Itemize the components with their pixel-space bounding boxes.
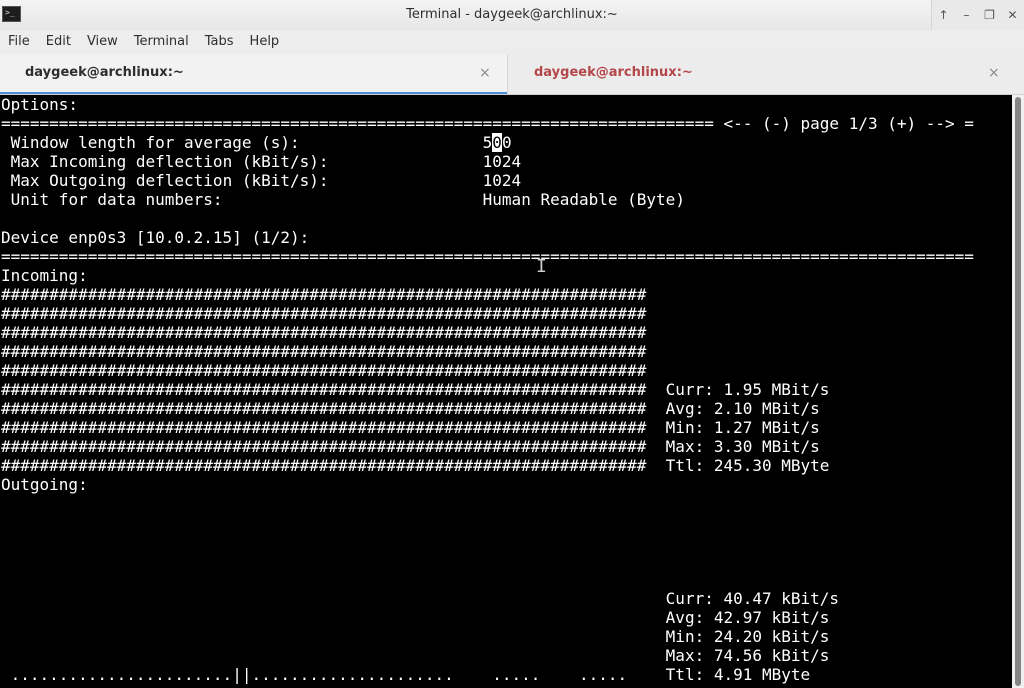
tab-label: daygeek@archlinux:~ <box>25 65 184 80</box>
incoming-bar-row: ########################################… <box>1 437 647 456</box>
menu-terminal[interactable]: Terminal <box>126 30 197 54</box>
terminal-text: Options: ===============================… <box>0 95 1012 684</box>
options-header: Options: <box>1 95 79 114</box>
close-icon[interactable]: ✕ <box>1004 6 1022 24</box>
separator: = <box>954 114 974 133</box>
menu-bar: File Edit View Terminal Tabs Help <box>0 30 1024 54</box>
up-arrow-icon[interactable]: ↑ <box>935 6 953 24</box>
incoming-bar-row: ########################################… <box>1 342 647 361</box>
page-navigation[interactable]: <-- (-) page 1/3 (+) --> <box>723 114 954 133</box>
incoming-bar-row: ########################################… <box>1 285 647 304</box>
incoming-bar-row: ########################################… <box>1 418 647 437</box>
device-header: Device enp0s3 [10.0.2.15] (1/2): <box>1 228 310 247</box>
tab-terminal-1[interactable]: daygeek@archlinux:~ × <box>0 54 507 94</box>
incoming-bar-row: ########################################… <box>1 323 647 342</box>
incoming-bar-row: ########################################… <box>1 361 647 380</box>
option-value-unit[interactable]: Human Readable (Byte) <box>483 190 685 209</box>
option-value-max-outgoing[interactable]: 1024 <box>483 171 522 190</box>
window-title: Terminal - daygeek@archlinux:~ <box>406 7 618 22</box>
minimize-icon[interactable]: – <box>958 6 976 24</box>
tab-close-icon[interactable]: × <box>988 54 1000 92</box>
menu-edit[interactable]: Edit <box>38 30 79 54</box>
incoming-graph: ########################################… <box>1 285 829 475</box>
tab-label: daygeek@archlinux:~ <box>534 65 693 80</box>
incoming-label: Incoming: <box>1 266 88 285</box>
outgoing-graph-line: .......................||...............… <box>1 665 628 684</box>
incoming-bar-row: ########################################… <box>1 380 647 399</box>
incoming-stat: Ttl: 245.30 MByte <box>665 456 830 475</box>
incoming-stat: Avg: 2.10 MBit/s <box>665 399 820 418</box>
option-value-max-incoming[interactable]: 1024 <box>483 152 522 171</box>
option-label: Unit for data numbers: <box>10 190 223 209</box>
incoming-stat: Max: 3.30 MBit/s <box>665 437 820 456</box>
tab-terminal-2[interactable]: daygeek@archlinux:~ × <box>507 54 1024 94</box>
incoming-stat: Curr: 1.95 MBit/s <box>665 380 830 399</box>
outgoing-stat: Max: 74.56 kBit/s <box>665 646 830 665</box>
outgoing-stat: Ttl: 4.91 MByte <box>665 665 811 684</box>
outgoing-stat: Min: 24.20 kBit/s <box>665 627 830 646</box>
incoming-bar-row: ########################################… <box>1 304 647 323</box>
terminal-output[interactable]: Options: ===============================… <box>0 95 1012 688</box>
menu-file[interactable]: File <box>0 30 38 54</box>
title-bar[interactable]: >_ Terminal - daygeek@archlinux:~ ↑ – ❐ … <box>0 0 1024 31</box>
menu-tabs[interactable]: Tabs <box>197 30 242 54</box>
window-controls: ↑ – ❐ ✕ <box>931 0 1024 30</box>
option-label: Max Incoming deflection (kBit/s): <box>10 152 329 171</box>
menu-view[interactable]: View <box>79 30 126 54</box>
incoming-bar-row: ########################################… <box>1 456 647 475</box>
incoming-stat: Min: 1.27 MBit/s <box>665 418 820 437</box>
outgoing-stat: Curr: 40.47 kBit/s <box>665 589 840 608</box>
terminal-cursor: 0 <box>492 133 502 152</box>
option-label: Window length for average (s): <box>10 133 300 152</box>
separator: ========================================… <box>1 247 974 266</box>
maximize-icon[interactable]: ❐ <box>981 6 999 24</box>
separator: ========================================… <box>1 114 714 133</box>
text-cursor-icon: I <box>536 256 547 277</box>
option-value-window-length[interactable]: 500 <box>483 133 512 152</box>
scrollbar-thumb[interactable] <box>1015 97 1021 686</box>
tab-bar: daygeek@archlinux:~ × daygeek@archlinux:… <box>0 54 1024 95</box>
tab-close-icon[interactable]: × <box>479 54 491 92</box>
outgoing-label: Outgoing: <box>1 475 88 494</box>
menu-help[interactable]: Help <box>242 30 288 54</box>
outgoing-graph: Curr: 40.47 kBit/s Avg: 42.97 kBit/s Min… <box>1 589 839 684</box>
scrollbar[interactable] <box>1012 95 1024 688</box>
incoming-bar-row: ########################################… <box>1 399 647 418</box>
outgoing-stat: Avg: 42.97 kBit/s <box>665 608 830 627</box>
option-label: Max Outgoing deflection (kBit/s): <box>10 171 329 190</box>
